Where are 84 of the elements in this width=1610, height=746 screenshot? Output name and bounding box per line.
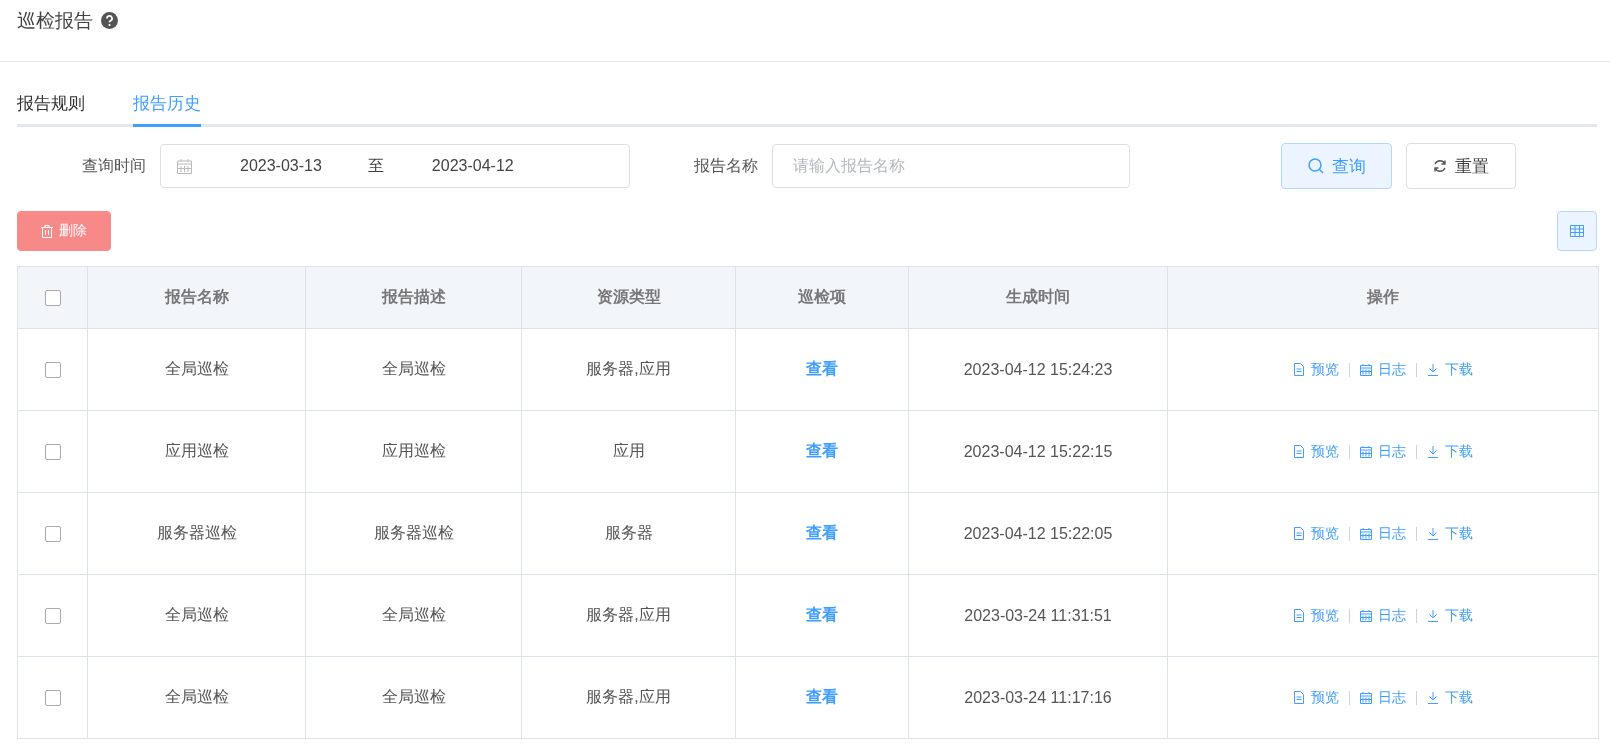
table-cell: 应用: [521, 410, 736, 493]
table-cell: 服务器巡检: [305, 492, 522, 575]
table-cell: 服务器,应用: [521, 328, 736, 411]
trash-icon: [41, 224, 53, 238]
delete-button[interactable]: 删除: [17, 211, 111, 251]
tab[interactable]: 报告历史: [133, 92, 201, 127]
table-cell: 应用巡检: [305, 410, 522, 493]
action-link[interactable]: 预览: [1293, 360, 1339, 379]
column-settings-button[interactable]: [1557, 211, 1597, 251]
view-link[interactable]: 查看: [806, 524, 838, 541]
action-link[interactable]: 下载: [1427, 524, 1473, 543]
calendar-icon: [1360, 527, 1372, 540]
table-cell: 服务器巡检: [87, 492, 306, 575]
view-link[interactable]: 查看: [806, 606, 838, 623]
table-cell: 2023-03-24 11:17:16: [908, 656, 1168, 739]
download-icon: [1427, 609, 1439, 622]
action-link[interactable]: 下载: [1427, 442, 1473, 461]
refresh-icon: [1433, 159, 1447, 173]
action-link[interactable]: 下载: [1427, 688, 1473, 707]
action-link[interactable]: 日志: [1360, 524, 1406, 543]
query-time-label: 查询时间: [82, 155, 146, 176]
table-cell: 全局巡检: [87, 656, 306, 739]
calendar-icon: [1360, 609, 1372, 622]
view-link[interactable]: 查看: [806, 688, 838, 705]
calendar-icon: [1360, 691, 1372, 704]
column-header: 巡检项: [735, 266, 909, 329]
report-name-input[interactable]: 请输入报告名称: [772, 144, 1130, 188]
column-header: 报告描述: [305, 266, 522, 329]
table-cell: 全局巡检: [305, 574, 522, 657]
row-checkbox[interactable]: [44, 362, 61, 379]
search-button[interactable]: 查询: [1281, 143, 1392, 189]
table-cell: 服务器: [521, 492, 736, 575]
document-icon: [1293, 445, 1305, 458]
table-cell: 全局巡检: [87, 328, 306, 411]
action-link[interactable]: 预览: [1293, 524, 1339, 543]
column-header: 报告名称: [87, 266, 306, 329]
reset-button[interactable]: 重置: [1406, 143, 1516, 189]
action-link[interactable]: 预览: [1293, 606, 1339, 625]
calendar-icon: [1360, 445, 1372, 458]
download-icon: [1427, 363, 1439, 376]
column-header: 资源类型: [521, 266, 736, 329]
action-link[interactable]: 日志: [1360, 688, 1406, 707]
row-checkbox[interactable]: [44, 690, 61, 707]
action-link[interactable]: 下载: [1427, 606, 1473, 625]
report-name-label: 报告名称: [694, 155, 758, 176]
action-link[interactable]: 日志: [1360, 606, 1406, 625]
action-link[interactable]: 下载: [1427, 360, 1473, 379]
table-cell: 服务器,应用: [521, 574, 736, 657]
row-checkbox[interactable]: [44, 526, 61, 543]
view-link[interactable]: 查看: [806, 442, 838, 459]
document-icon: [1293, 527, 1305, 540]
table-cell: 应用巡检: [87, 410, 306, 493]
table-cell: 服务器,应用: [521, 656, 736, 739]
page-title: 巡检报告: [17, 9, 93, 33]
help-icon[interactable]: [101, 12, 118, 29]
view-link[interactable]: 查看: [806, 360, 838, 377]
table-cell: 2023-04-12 15:22:15: [908, 410, 1168, 493]
table-cell: 2023-03-24 11:31:51: [908, 574, 1168, 657]
action-link[interactable]: 日志: [1360, 442, 1406, 461]
document-icon: [1293, 363, 1305, 376]
row-checkbox[interactable]: [44, 608, 61, 625]
table-cell: 全局巡检: [87, 574, 306, 657]
document-icon: [1293, 609, 1305, 622]
date-range-field[interactable]: 2023-03-13 至 2023-04-12: [160, 144, 630, 188]
row-checkbox[interactable]: [44, 444, 61, 461]
download-icon: [1427, 691, 1439, 704]
download-icon: [1427, 527, 1439, 540]
table-cell: 全局巡检: [305, 328, 522, 411]
select-all-checkbox[interactable]: [44, 290, 61, 307]
column-header: 生成时间: [908, 266, 1168, 329]
table-cell: 2023-04-12 15:22:05: [908, 492, 1168, 575]
table-cell: 2023-04-12 15:24:23: [908, 328, 1168, 411]
tab[interactable]: 报告规则: [17, 92, 85, 127]
document-icon: [1293, 691, 1305, 704]
calendar-icon: [1360, 363, 1372, 376]
table-icon: [1570, 225, 1584, 237]
action-link[interactable]: 预览: [1293, 442, 1339, 461]
table-cell: 全局巡检: [305, 656, 522, 739]
action-link[interactable]: 预览: [1293, 688, 1339, 707]
download-icon: [1427, 445, 1439, 458]
search-icon: [1307, 158, 1324, 174]
action-link[interactable]: 日志: [1360, 360, 1406, 379]
column-header: 操作: [1167, 266, 1599, 329]
calendar-icon: [177, 158, 192, 174]
